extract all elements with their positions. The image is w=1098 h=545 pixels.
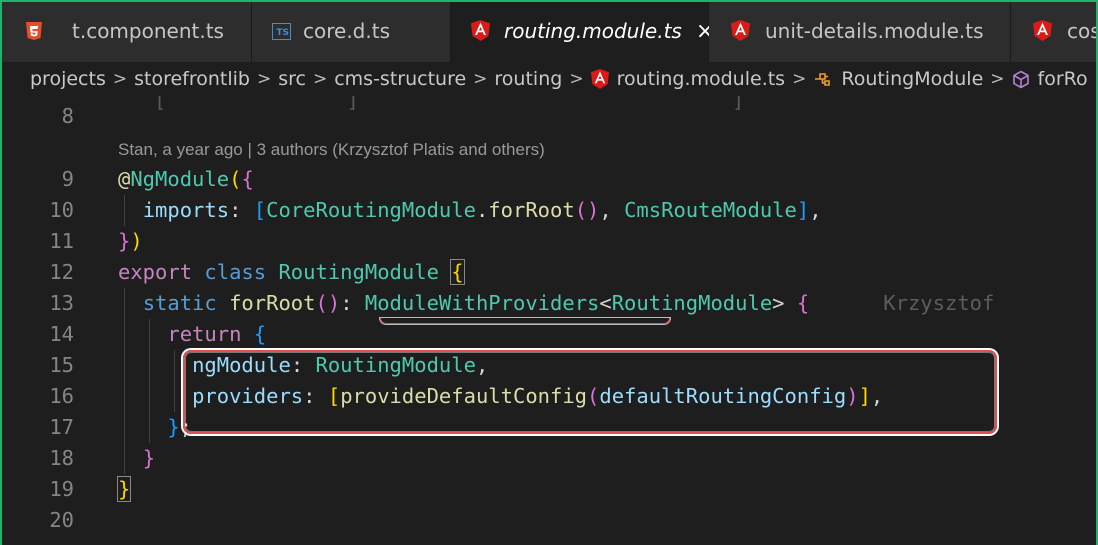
breadcrumb-item-routing[interactable]: routing <box>494 68 562 90</box>
tab-label: core.d.ts <box>303 19 390 43</box>
line-number: 17 <box>49 415 74 439</box>
typescript-icon: TS <box>272 22 291 40</box>
tab-cos[interactable]: cos <box>1011 0 1098 62</box>
tab-label: cos <box>1067 19 1098 43</box>
code-line-19: } <box>116 476 132 502</box>
providers-highlight-annotation <box>183 350 997 434</box>
line-number: 13 <box>49 291 74 315</box>
tab-component-ts[interactable]: t.component.ts <box>0 0 252 62</box>
code-line-9: @NgModule({ <box>118 167 254 191</box>
line-number: 19 <box>49 477 74 501</box>
html5-icon <box>24 20 44 42</box>
breadcrumb-item-class[interactable]: RoutingModule <box>841 68 983 90</box>
line-number: 10 <box>49 198 74 222</box>
chevron-right-icon: > <box>473 69 488 89</box>
angular-icon <box>590 69 609 89</box>
line-number: 18 <box>49 446 74 470</box>
tab-core-d-ts[interactable]: TS core.d.ts <box>252 0 451 62</box>
chevron-right-icon: > <box>256 69 272 89</box>
code-line-11: }) <box>118 229 143 253</box>
breadcrumb-item-cms-structure[interactable]: cms-structure <box>334 68 466 90</box>
angular-icon <box>1033 20 1053 42</box>
scrolled-line-fragment: [ ] ] <box>118 96 745 110</box>
chevron-right-icon: > <box>312 69 328 89</box>
code-line-10: imports: [CoreRoutingModule.forRoot(), C… <box>142 198 822 222</box>
editor-tab-bar: t.component.ts TS core.d.ts routing.modu… <box>0 0 1098 62</box>
line-number: 8 <box>61 104 74 128</box>
line-number: 11 <box>49 229 74 253</box>
code-editor[interactable]: [ ] ] 8 9 10 11 12 13 14 15 16 17 18 19 … <box>0 96 1098 545</box>
tab-label: t.component.ts <box>72 19 224 43</box>
tab-routing-module-ts[interactable]: routing.module.ts × <box>451 0 714 62</box>
breadcrumb-item-method[interactable]: forRo <box>1038 68 1088 90</box>
chevron-right-icon: > <box>990 69 1005 89</box>
chevron-right-icon: > <box>792 69 807 89</box>
breadcrumb-item-src[interactable]: src <box>278 68 306 90</box>
line-number: 16 <box>49 384 74 408</box>
codelens-authors[interactable]: Stan, a year ago | 3 authors (Krzysztof … <box>118 138 545 162</box>
code-line-14: return { <box>167 322 267 346</box>
inline-blame: Krzysztof <box>883 291 995 315</box>
breadcrumb: projects > storefrontlib > src > cms-str… <box>0 62 1098 96</box>
line-number: 14 <box>49 322 74 346</box>
tab-label: unit-details.module.ts <box>765 19 984 43</box>
line-number: 12 <box>49 260 74 284</box>
breadcrumb-item-projects[interactable]: projects <box>30 68 106 90</box>
line-number: 20 <box>49 508 74 532</box>
line-number: 15 <box>49 353 74 377</box>
breadcrumb-item-file[interactable]: routing.module.ts <box>617 68 786 90</box>
code-line-12: export class RoutingModule { <box>118 259 465 285</box>
line-number: 9 <box>61 167 74 191</box>
code-line-13: static forRoot(): ModuleWithProviders<Ro… <box>142 291 995 315</box>
angular-icon <box>471 20 490 42</box>
return-type-underline-annotation <box>380 318 670 324</box>
method-symbol-icon <box>1012 70 1030 89</box>
tab-unit-details-module-ts[interactable]: unit-details.module.ts <box>709 0 1011 62</box>
breadcrumb-item-storefrontlib[interactable]: storefrontlib <box>134 68 250 90</box>
tab-label: routing.module.ts <box>504 19 682 43</box>
code-line-18: } <box>142 446 156 470</box>
chevron-right-icon: > <box>112 69 128 89</box>
chevron-right-icon: > <box>569 69 584 89</box>
angular-icon <box>731 20 751 42</box>
code-line-17: }; <box>167 415 193 439</box>
class-symbol-icon <box>813 70 833 88</box>
